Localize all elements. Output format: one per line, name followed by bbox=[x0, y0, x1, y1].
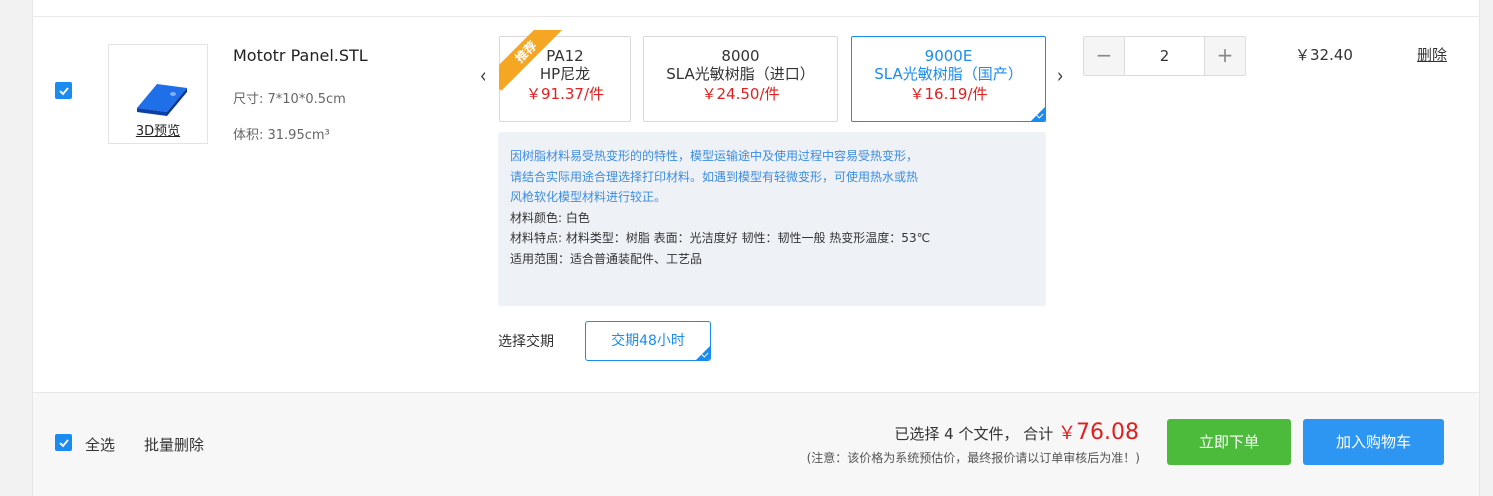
quantity-plus-button[interactable]: + bbox=[1205, 37, 1245, 75]
batch-delete-button[interactable]: 批量删除 bbox=[144, 434, 204, 455]
selected-check-icon bbox=[1031, 107, 1045, 121]
recommend-badge: 推荐 bbox=[499, 30, 569, 100]
material-type: SLA光敏树脂（进口） bbox=[666, 65, 815, 83]
model-preview-icon bbox=[137, 84, 187, 116]
cart-panel: 3D预览 Mototr Panel.STL 尺寸: 7*10*0.5cm 体积:… bbox=[32, 0, 1480, 496]
divider bbox=[33, 16, 1479, 17]
quantity-stepper: − 2 + bbox=[1083, 36, 1246, 76]
delivery-label: 选择交期 bbox=[498, 334, 554, 350]
material-option-8000[interactable]: 8000 SLA光敏树脂（进口） ￥24.50/件 bbox=[643, 36, 838, 122]
currency-symbol: ￥ bbox=[1058, 423, 1077, 444]
order-now-button[interactable]: 立即下单 bbox=[1167, 419, 1291, 465]
material-info-box: 因树脂材料易受热变形的的特性，模型运输途中及使用过程中容易受热变形， 请结合实际… bbox=[498, 132, 1046, 306]
3d-preview-link[interactable]: 3D预览 bbox=[109, 120, 207, 139]
material-features: 材料特点: 材料类型：树脂 表面：光洁度好 韧性：韧性一般 热变形温度：53℃ bbox=[510, 231, 931, 246]
material-price: ￥24.50/件 bbox=[701, 85, 780, 103]
delete-link[interactable]: 删除 bbox=[1417, 44, 1447, 65]
material-option-9000e[interactable]: 9000E SLA光敏树脂（国产） ￥16.19/件 bbox=[851, 36, 1046, 122]
order-summary: 已选择 4 个文件， 合计 ￥76.08 bbox=[894, 419, 1139, 445]
next-material-arrow[interactable]: › bbox=[1057, 63, 1063, 88]
selected-count-text: 已选择 4 个文件， 合计 bbox=[894, 425, 1054, 443]
total-price: 76.08 bbox=[1076, 420, 1139, 445]
check-icon bbox=[58, 438, 69, 447]
select-all-label[interactable]: 全选 bbox=[85, 434, 115, 455]
warning-line-1: 因树脂材料易受热变形的的特性，模型运输途中及使用过程中容易受热变形， bbox=[510, 149, 919, 163]
file-name: Mototr Panel.STL bbox=[233, 46, 368, 65]
quantity-input[interactable]: 2 bbox=[1124, 37, 1205, 75]
selected-check-icon bbox=[696, 346, 710, 360]
material-color: 材料颜色: 白色 bbox=[510, 210, 590, 225]
line-price: ￥32.40 bbox=[1295, 46, 1353, 64]
file-size: 尺寸: 7*10*0.5cm bbox=[233, 92, 346, 107]
warning-line-3: 风枪软化模型材料进行较正。 bbox=[510, 190, 667, 205]
warning-line-2: 请结合实际用途合理选择打印材料。如遇到模型有轻微变形，可使用热水或热 bbox=[510, 169, 919, 184]
material-type: SLA光敏树脂（国产） bbox=[874, 65, 1023, 83]
quantity-minus-button[interactable]: − bbox=[1084, 37, 1124, 75]
select-all-checkbox[interactable] bbox=[55, 434, 72, 451]
material-price: ￥16.19/件 bbox=[909, 85, 988, 103]
material-name: 9000E bbox=[924, 47, 973, 65]
prev-material-arrow[interactable]: ‹ bbox=[480, 63, 486, 88]
cart-footer: 全选 批量删除 已选择 4 个文件， 合计 ￥76.08 (注意：该价格为系统预… bbox=[33, 392, 1479, 496]
material-name: 8000 bbox=[721, 47, 760, 65]
add-to-cart-button[interactable]: 加入购物车 bbox=[1303, 419, 1444, 465]
model-thumbnail[interactable]: 3D预览 bbox=[108, 44, 208, 144]
material-scope: 适用范围：适合普通装配件、工艺品 bbox=[510, 251, 703, 266]
file-volume: 体积: 31.95cm³ bbox=[233, 128, 330, 143]
price-note: (注意：该价格为系统预估价，最终报价请以订单审核后为准！) bbox=[806, 451, 1140, 465]
check-icon bbox=[58, 86, 69, 95]
delivery-option-48h[interactable]: 交期48小时 bbox=[585, 321, 711, 361]
item-checkbox[interactable] bbox=[55, 82, 72, 99]
